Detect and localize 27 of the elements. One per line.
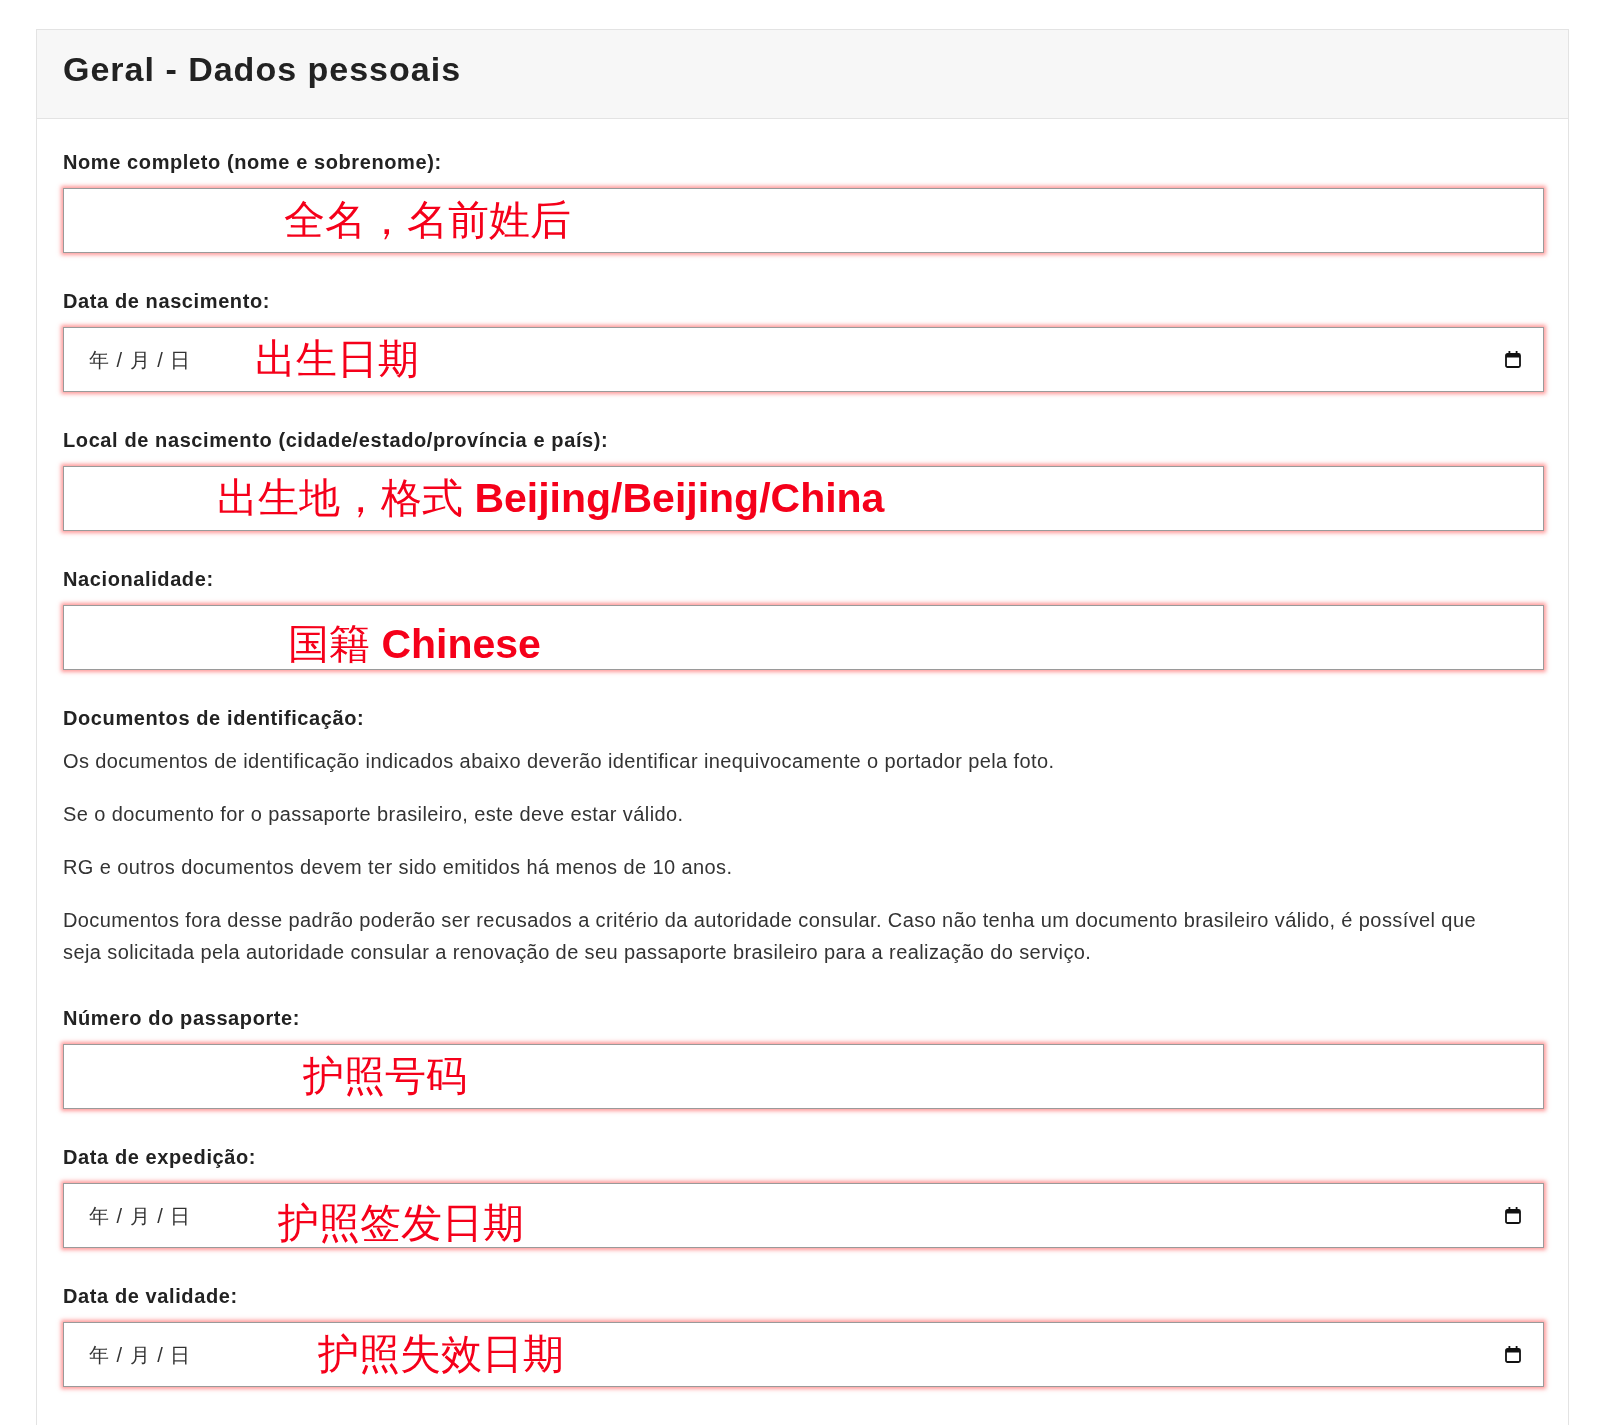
calendar-icon[interactable] — [1505, 351, 1521, 368]
field-label: Data de validade: — [63, 1285, 239, 1307]
section-heading: Documentos de identificação: — [63, 707, 366, 729]
annotation-text: 国籍 Chinese — [288, 620, 541, 668]
text-field[interactable] — [63, 466, 1544, 531]
field-label: Nome completo (nome e sobrenome): — [63, 151, 443, 173]
text-field[interactable] — [63, 1044, 1544, 1109]
info-paragraph: Se o documento for o passaporte brasileiro, este deve estar válido. — [63, 802, 685, 827]
calendar-icon[interactable] — [1505, 1346, 1521, 1363]
calendar-icon[interactable] — [1505, 1207, 1521, 1224]
field-label: Data de nascimento: — [63, 290, 271, 312]
annotation-text: 护照签发日期 — [278, 1199, 524, 1247]
text-field[interactable] — [63, 188, 1544, 253]
annotation-text: 护照号码 — [303, 1052, 467, 1100]
field-label: Data de expedição: — [63, 1146, 258, 1168]
annotation-text: 出生地，格式 Beijing/Beijing/China — [217, 474, 885, 522]
field-label: Número do passaporte: — [63, 1007, 302, 1029]
field-label: Nacionalidade: — [63, 568, 215, 590]
annotation-text: 全名，名前姓后 — [284, 196, 571, 244]
panel-title: Geral - Dados pessoais — [63, 49, 462, 90]
text-field[interactable] — [63, 605, 1544, 670]
info-paragraph: Os documentos de identificação indicados abaixo deverão identificar inequivocamente o portador pela foto. — [63, 749, 1056, 774]
annotation-text: 护照失效日期 — [318, 1330, 564, 1378]
info-paragraph: RG e outros documentos devem ter sido emitidos há menos de 10 anos. — [63, 855, 734, 880]
field-label: Local de nascimento (cidade/estado/província e país): — [63, 429, 610, 451]
info-paragraph: Documentos fora desse padrão poderão ser recusados a critério da autoridade consular. Caso não tenha um documento brasileiro válido, é possível que seja solicitada pela autoridade consular a renovação de seu passaporte brasileiro para a realização do serviço. — [63, 908, 1477, 965]
annotation-text: 出生日期 — [255, 335, 419, 383]
